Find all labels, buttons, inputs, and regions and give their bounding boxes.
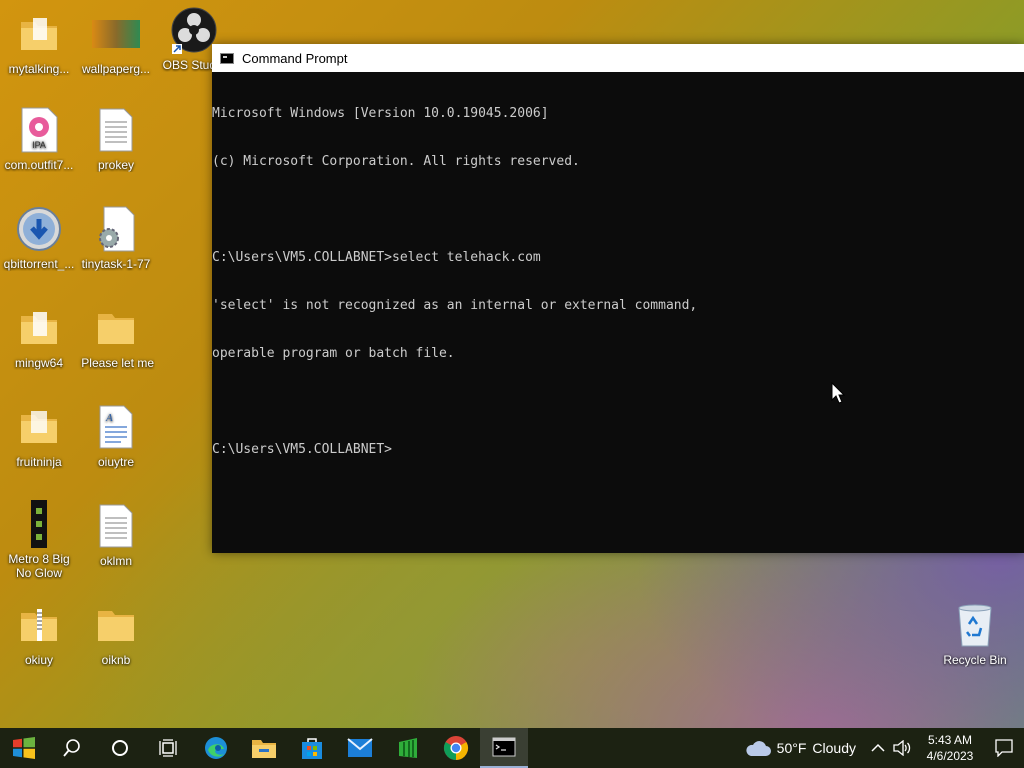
- start-icon: [13, 737, 35, 759]
- desktop-icon-label: ​ Please let me: [77, 356, 155, 370]
- console-line: (c) Microsoft Corporation. All rights re…: [212, 154, 580, 169]
- taskbar-edge[interactable]: [192, 728, 240, 768]
- volume-button[interactable]: [890, 728, 914, 768]
- desktop-icon-metro-8[interactable]: Metro 8 Big No Glow: [0, 500, 78, 580]
- desktop-icon-com-outfit7[interactable]: IPA com.outfit7...: [0, 106, 78, 172]
- obs-icon: [170, 6, 218, 54]
- taskbar-mail[interactable]: [336, 728, 384, 768]
- folder-icon: [15, 10, 63, 58]
- console-prompt[interactable]: C:\Users\VM5.COLLABNET>: [212, 442, 1024, 458]
- desktop-icon-label: tinytask-1-77: [81, 257, 151, 271]
- settings-file-icon: [92, 205, 140, 253]
- desktop-icon-label: com.outfit7...: [4, 158, 74, 172]
- zip-folder-icon: [15, 601, 63, 649]
- console-line: Microsoft Windows [Version 10.0.19045.20…: [212, 106, 549, 121]
- weather-condition: Cloudy: [812, 740, 856, 756]
- desktop-icon-label: qbittorrent_...: [3, 257, 75, 271]
- store-icon: [302, 738, 322, 759]
- metro-app-icon: [15, 500, 63, 548]
- desktop-icon-label: mytalking...: [8, 62, 70, 76]
- edge-icon: [205, 737, 227, 759]
- folder-icon: [92, 601, 140, 649]
- folder-icon: [15, 304, 63, 352]
- desktop-icon-label: wallpaperg...: [81, 62, 151, 76]
- taskbar: 50°F Cloudy 5:43 AM 4/6/2023: [0, 728, 1024, 768]
- recycle-bin-icon: [951, 601, 999, 649]
- chevron-up-icon: [871, 743, 885, 752]
- cmd-icon: [492, 737, 516, 757]
- file-explorer-icon: [252, 740, 276, 758]
- desktop-icon-label: oklmn: [99, 554, 132, 568]
- green-app-icon: [399, 738, 417, 758]
- start-button[interactable]: [0, 728, 48, 768]
- clock-time: 5:43 AM: [927, 733, 973, 747]
- desktop-icon-okiuy[interactable]: okiuy: [0, 601, 78, 667]
- folder-icon: [92, 304, 140, 352]
- cmd-icon: [220, 52, 234, 64]
- desktop-icon-oklmn[interactable]: oklmn: [77, 502, 155, 568]
- desktop-icon-recycle-bin[interactable]: Recycle Bin: [936, 601, 1014, 667]
- cortana-icon: [112, 740, 128, 756]
- text-document-icon: [92, 502, 140, 550]
- desktop-icon-wallpaperg[interactable]: wallpaperg...: [77, 10, 155, 76]
- console-line: operable program or batch file.: [212, 346, 455, 361]
- qbittorrent-icon: [15, 205, 63, 253]
- ipa-file-icon: IPA: [15, 106, 63, 154]
- window-title: Command Prompt: [242, 50, 348, 66]
- system-tray: 50°F Cloudy 5:43 AM 4/6/2023: [745, 728, 1024, 768]
- desktop-icon-label: oiuytre: [97, 455, 135, 469]
- cortana-button[interactable]: [96, 728, 144, 768]
- desktop-icon-qbittorrent[interactable]: qbittorrent_...: [0, 205, 78, 271]
- desktop-icon-label: prokey: [97, 158, 135, 172]
- window-titlebar[interactable]: Command Prompt: [212, 44, 1024, 72]
- svg-text:IPA: IPA: [32, 140, 46, 150]
- mail-icon: [347, 738, 373, 757]
- action-center-button[interactable]: [984, 728, 1024, 768]
- weather-temperature: 50°F: [776, 740, 807, 756]
- weather-widget[interactable]: 50°F Cloudy: [745, 739, 856, 757]
- desktop-icon-mytalking[interactable]: mytalking...: [0, 10, 78, 76]
- console-line: 'select' is not recognized as an interna…: [212, 298, 698, 313]
- show-hidden-icons-button[interactable]: [866, 728, 890, 768]
- desktop-icon-label: Recycle Bin: [943, 653, 1007, 667]
- desktop-icon-prokey[interactable]: prokey: [77, 106, 155, 172]
- notification-icon: [995, 739, 1013, 757]
- desktop-icon-label: mingw64: [14, 356, 64, 370]
- desktop-icon-oiuytre[interactable]: A oiuytre: [77, 403, 155, 469]
- desktop-icon-fruitninja[interactable]: fruitninja: [0, 403, 78, 469]
- taskbar-cmd[interactable]: [480, 728, 528, 768]
- taskbar-file-explorer[interactable]: [240, 728, 288, 768]
- task-view-button[interactable]: [144, 728, 192, 768]
- cmd-window[interactable]: Command Prompt Microsoft Windows [Versio…: [212, 44, 1024, 553]
- search-icon: [63, 739, 80, 757]
- desktop-icon-label: Metro 8 Big No Glow: [8, 552, 70, 580]
- cloud-icon: [746, 741, 771, 756]
- chrome-icon: [443, 736, 469, 760]
- image-thumbnail-icon: [92, 10, 140, 58]
- console-output[interactable]: Microsoft Windows [Version 10.0.19045.20…: [212, 72, 1024, 490]
- svg-text:A: A: [105, 412, 113, 424]
- text-document-icon: [92, 106, 140, 154]
- taskbar-green-app[interactable]: [384, 728, 432, 768]
- taskbar-chrome[interactable]: [432, 728, 480, 768]
- folder-icon: [15, 403, 63, 451]
- desktop-icon-label: oiknb: [101, 653, 131, 667]
- task-view-icon: [159, 739, 177, 757]
- desktop-icon-mingw64[interactable]: mingw64: [0, 304, 78, 370]
- console-line: C:\Users\VM5.COLLABNET>select telehack.c…: [212, 250, 541, 265]
- desktop-icon-tinytask[interactable]: tinytask-1-77: [77, 205, 155, 271]
- wordpad-document-icon: A: [92, 403, 140, 451]
- mouse-cursor-icon: [831, 382, 845, 404]
- desktop-icon-label: fruitninja: [16, 455, 62, 469]
- desktop-icon-please-let-me[interactable]: ​ Please let me: [77, 304, 155, 370]
- clock-date: 4/6/2023: [926, 749, 974, 763]
- desktop-icon-label: okiuy: [24, 653, 53, 667]
- search-button[interactable]: [48, 728, 96, 768]
- volume-icon: [893, 740, 911, 756]
- taskbar-clock[interactable]: 5:43 AM 4/6/2023: [920, 732, 980, 764]
- taskbar-store[interactable]: [288, 728, 336, 768]
- desktop-icon-oiknb[interactable]: oiknb: [77, 601, 155, 667]
